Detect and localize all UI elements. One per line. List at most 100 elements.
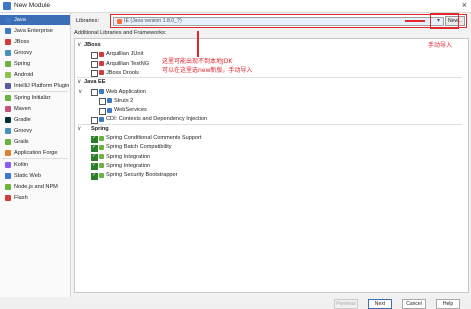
framework-icon [99,89,104,94]
module-type-icon [5,106,11,112]
sidebar-item[interactable]: Flash [0,193,70,203]
framework-label: Spring Conditional Comments Support [106,135,202,141]
sidebar-item[interactable]: IntelliJ Platform Plugin [0,81,70,91]
framework-label: JBoss Drools [106,69,139,76]
annotation-arrow-line [197,31,199,57]
dialog-footer: Previous Next Cancel Help [0,297,471,309]
framework-label: Arquillian JUnit [106,51,144,58]
framework-checkbox[interactable] [99,98,106,106]
app-icon [3,2,11,10]
framework-icon [99,135,104,141]
chevron-down-icon[interactable]: ∨ [77,41,81,48]
framework-icon [99,163,104,169]
sidebar-item[interactable]: JBoss [0,37,70,47]
framework-checkbox[interactable] [91,135,98,143]
sidebar-item-label: IntelliJ Platform Plugin [14,82,70,89]
category-divider [77,77,462,79]
sidebar-item-label: Android [14,71,34,78]
sidebar-item[interactable]: Android [0,70,70,80]
framework-icon [99,70,104,76]
chevron-down-icon[interactable]: ∨ [77,125,81,132]
sidebar-item-label: Grails [14,138,29,145]
module-type-icon [5,83,11,89]
framework-checkbox[interactable] [91,144,98,152]
tree-category-label: Spring [91,125,109,132]
framework-label: Spring Integration [106,162,151,169]
close-icon[interactable]: × [462,0,467,10]
module-type-icon [5,72,11,78]
sidebar-item[interactable]: Spring Initializr [0,93,70,103]
category-divider [77,123,462,125]
module-type-icon [5,184,11,190]
sidebar-item[interactable]: Java Enterprise [0,26,70,36]
sidebar-item-label: Java [14,16,26,23]
sidebar-item[interactable]: Spring [0,59,70,69]
annotation-note-line1: 这里可能出现不到本地JDK [162,58,233,65]
sidebar-item-label: Node.js and NPM [14,183,58,190]
chevron-down-icon[interactable]: ∨ [78,88,82,95]
framework-icon [99,144,104,150]
framework-checkbox[interactable] [99,107,106,115]
sidebar-item-label: Java Enterprise [14,27,53,34]
framework-checkbox[interactable] [91,89,98,96]
sidebar-item-label: Application Forge [14,149,58,156]
framework-checkbox[interactable] [91,61,98,69]
library-select[interactable]: IE (Java version 1.8.0_?) ▾ [113,17,444,26]
sidebar-item-label: Static Web [14,172,41,179]
module-type-icon [5,128,11,134]
sidebar-item[interactable]: Gradle [0,115,70,125]
library-label: Libraries: [76,18,100,24]
sidebar-item[interactable]: Kotlin [0,160,70,170]
framework-checkbox[interactable] [91,51,98,59]
framework-checkbox[interactable] [91,162,98,171]
frameworks-section-label: Additional Libraries and Frameworks: [74,30,167,36]
chevron-down-icon[interactable]: ∨ [77,78,81,85]
java-icon [117,19,122,24]
framework-label: Spring Integration [106,153,151,160]
module-type-icon [5,95,11,101]
framework-icon [107,107,112,113]
framework-label: Arquillian TestNG [106,60,150,67]
framework-label: CDI: Contexts and Dependency Injection [106,116,208,123]
title-bar: New Module × [0,0,471,13]
framework-label: Web Application [106,88,147,95]
main-panel: Libraries: IE (Java version 1.8.0_?) ▾ N… [71,13,471,297]
framework-label: Struts 2 [114,97,134,104]
module-type-icon [5,17,11,23]
framework-checkbox[interactable] [91,153,98,162]
framework-icon [107,98,112,104]
framework-icon [99,51,104,57]
sidebar-item[interactable]: Groovy [0,126,70,136]
sidebar-item-label: Gradle [14,116,31,123]
new-button-highlight [430,13,459,29]
module-type-sidebar: Java Java Enterprise JBoss Groovy Spring Andr… [0,13,71,297]
module-type-icon [5,195,11,201]
framework-label: WebServices [114,107,147,114]
sidebar-item[interactable]: Application Forge [0,148,70,158]
module-type-icon [5,162,11,168]
sidebar-item[interactable]: Grails [0,137,70,147]
module-type-icon [5,61,11,67]
annotation-manual-import: 手动导入 [428,42,453,49]
sidebar-item[interactable]: Groovy [0,48,70,58]
framework-icon [99,61,104,67]
sidebar-separator [2,91,68,92]
sidebar-separator [2,158,68,159]
window-title: New Module [14,2,51,9]
sidebar-item-label: Maven [14,105,31,112]
module-type-icon [5,173,11,179]
module-type-icon [5,50,11,56]
sidebar-item[interactable]: Static Web [0,171,70,181]
sidebar-item[interactable]: Maven [0,104,70,114]
framework-label: Spring Batch Compatibility [106,144,172,151]
sidebar-item[interactable]: Java [0,15,70,25]
module-type-icon [5,150,11,156]
category-checkbox[interactable] [83,126,88,131]
sidebar-item-label: Spring Initializr [14,94,51,101]
framework-icon [99,172,104,178]
module-type-icon [5,139,11,145]
sidebar-item[interactable]: Node.js and NPM [0,182,70,192]
sidebar-item-label: JBoss [14,38,30,45]
framework-checkbox[interactable] [91,172,98,180]
library-select-value: IE (Java version 1.8.0_?) [124,18,182,24]
